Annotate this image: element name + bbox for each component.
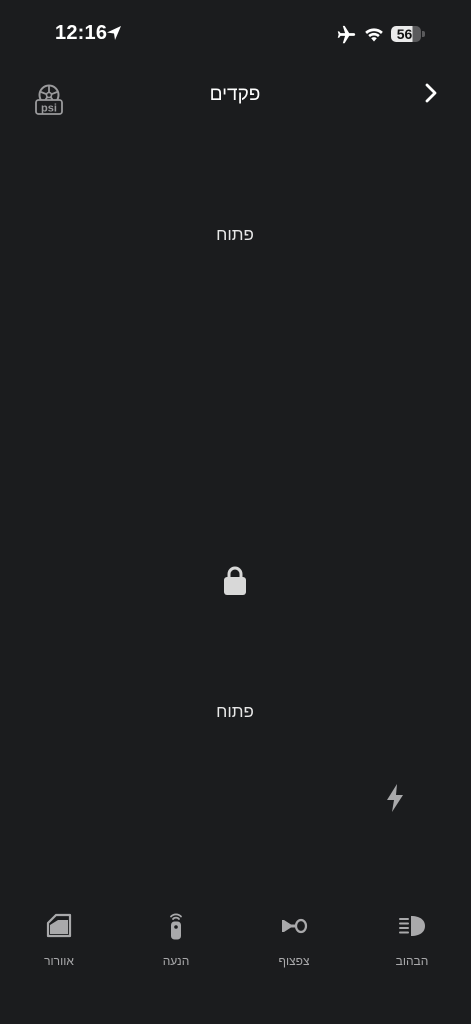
vent-windows-button[interactable]: אוורור <box>14 900 104 980</box>
battery-cap <box>422 31 425 37</box>
bottom-toolbar: אוורור הנעה צפצוף הבהוב <box>0 900 471 980</box>
lightning-bolt-icon[interactable] <box>383 783 407 813</box>
svg-text:psi: psi <box>41 103 57 115</box>
trunk-status-text[interactable]: פתוח <box>160 225 310 245</box>
battery-level-text: 56 <box>396 26 413 42</box>
vent-windows-label: אוורור <box>44 954 74 968</box>
battery-indicator: 56 <box>391 24 425 44</box>
remote-start-label: הנעה <box>162 954 190 968</box>
location-arrow-icon <box>107 26 121 40</box>
honk-horn-button[interactable]: צפצוף <box>249 900 339 980</box>
airplane-mode-icon <box>337 25 356 44</box>
status-time: 12:16 <box>55 22 108 44</box>
remote-start-button[interactable]: הנעה <box>131 900 221 980</box>
tire-pressure-icon[interactable]: psi <box>33 84 65 118</box>
chevron-right-icon[interactable] <box>418 80 444 106</box>
page-title: פקדים <box>209 84 261 105</box>
honk-horn-label: צפצוף <box>278 954 310 968</box>
remote-start-icon <box>170 913 182 940</box>
flash-lights-label: הבהוב <box>395 954 429 968</box>
horn-icon <box>282 918 308 934</box>
lock-status-text[interactable]: פתוח <box>160 702 310 722</box>
headlights-icon <box>399 916 425 936</box>
wifi-icon <box>365 28 383 42</box>
flash-lights-button[interactable]: הבהוב <box>367 900 457 980</box>
window-vent-icon <box>46 913 72 938</box>
lock-icon[interactable] <box>221 564 249 596</box>
